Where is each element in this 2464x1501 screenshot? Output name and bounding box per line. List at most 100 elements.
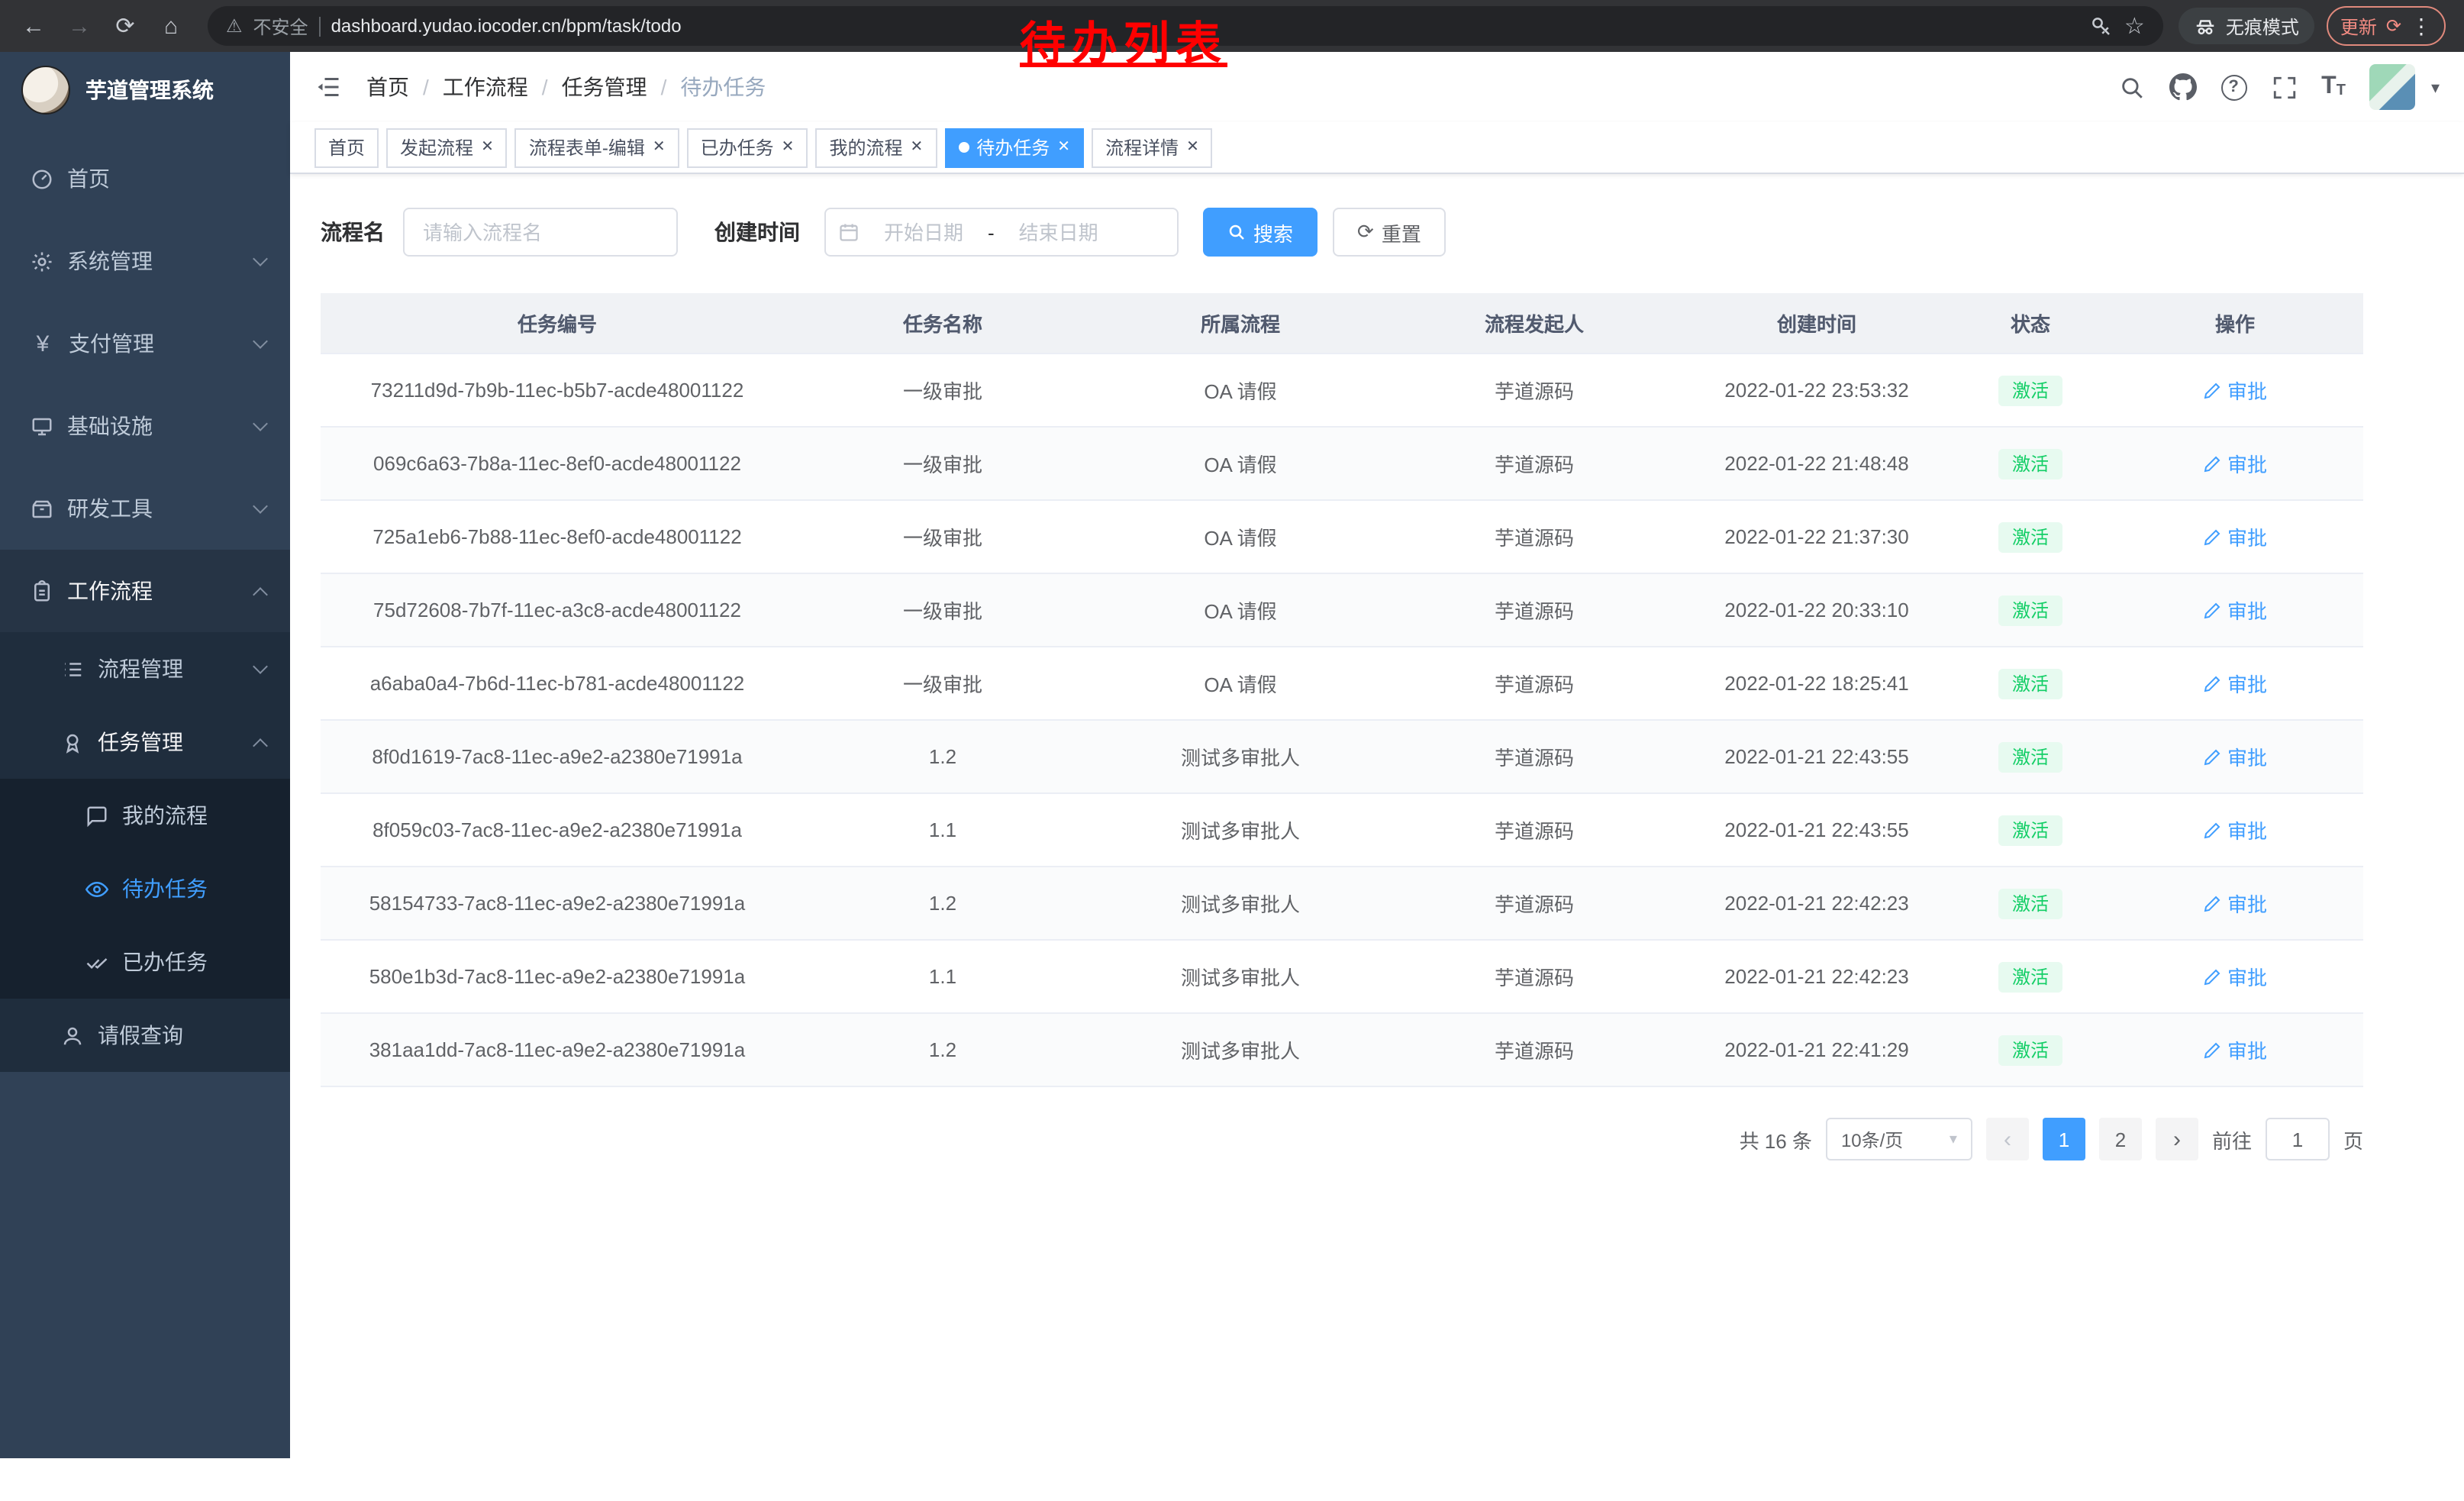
approve-link[interactable]: 审批 xyxy=(2203,742,2267,771)
edit-icon xyxy=(2203,894,2221,912)
address-divider xyxy=(319,16,321,36)
sidebar-item-home[interactable]: 首页 xyxy=(0,137,290,220)
avatar-caret-icon[interactable]: ▾ xyxy=(2431,77,2440,97)
sidebar-item-system[interactable]: 系统管理 xyxy=(0,220,290,302)
approve-link[interactable]: 审批 xyxy=(2203,449,2267,478)
approve-link[interactable]: 审批 xyxy=(2203,962,2267,991)
date-range-picker[interactable]: - xyxy=(824,208,1179,257)
reset-button[interactable]: ⟳ 重置 xyxy=(1333,208,1446,257)
created-cell: 2022-01-21 22:41:29 xyxy=(1679,1038,1954,1061)
chevron-down-icon: ▾ xyxy=(1950,1131,1957,1148)
tab-my-process[interactable]: 我的流程 ✕ xyxy=(815,128,937,167)
sidebar-item-label: 系统管理 xyxy=(67,246,153,276)
tab-close-icon[interactable]: ✕ xyxy=(910,140,923,155)
calendar-icon xyxy=(838,221,859,243)
tab-todo-task[interactable]: 待办任务 ✕ xyxy=(944,128,1084,167)
eye-icon xyxy=(85,877,108,900)
browser-forward-icon[interactable]: → xyxy=(58,5,101,47)
chevron-down-icon xyxy=(253,251,268,266)
tab-close-icon[interactable]: ✕ xyxy=(1057,140,1070,155)
breadcrumb-item[interactable]: 工作流程 xyxy=(443,72,528,102)
status-cell: 激活 xyxy=(1954,741,2107,772)
name-cell: 1.2 xyxy=(794,1038,1092,1061)
browser-home-icon[interactable]: ⌂ xyxy=(150,5,192,47)
action-cell: 审批 xyxy=(2107,669,2363,698)
sidebar-item-process-mgmt[interactable]: 流程管理 xyxy=(0,632,290,705)
table-row: 73211d9d-7b9b-11ec-b5b7-acde48001122一级审批… xyxy=(321,354,2363,428)
next-page-button[interactable]: › xyxy=(2156,1118,2198,1160)
tab-close-icon[interactable]: ✕ xyxy=(481,140,494,155)
browser-back-icon[interactable]: ← xyxy=(12,5,55,47)
sidebar-item-task-mgmt[interactable]: 任务管理 xyxy=(0,705,290,779)
chevron-down-icon xyxy=(253,334,268,349)
sidebar-item-workflow[interactable]: 工作流程 xyxy=(0,550,290,632)
start-date-input[interactable] xyxy=(866,221,982,244)
sidebar-item-done-task[interactable]: 已办任务 xyxy=(0,925,290,999)
tab-home[interactable]: 首页 xyxy=(314,128,379,167)
tab-close-icon[interactable]: ✕ xyxy=(653,140,666,155)
approve-link[interactable]: 审批 xyxy=(2203,522,2267,551)
approve-link-label: 审批 xyxy=(2227,522,2267,551)
prev-page-button[interactable]: ‹ xyxy=(1986,1118,2029,1160)
help-icon[interactable]: ? xyxy=(2221,74,2246,100)
page-button-2[interactable]: 2 xyxy=(2099,1118,2142,1160)
approve-link[interactable]: 审批 xyxy=(2203,376,2267,405)
app-brand[interactable]: 芋道管理系统 xyxy=(0,52,290,128)
table-header: 任务编号 任务名称 所属流程 流程发起人 创建时间 状态 操作 xyxy=(321,293,2363,354)
action-cell: 审批 xyxy=(2107,449,2363,478)
sidebar-item-infra[interactable]: 基础设施 xyxy=(0,385,290,467)
sidebar-collapse-icon[interactable] xyxy=(314,73,342,101)
end-date-input[interactable] xyxy=(1001,221,1117,244)
edit-icon xyxy=(2203,528,2221,546)
search-button[interactable]: 搜索 xyxy=(1203,208,1317,257)
browser-menu-icon[interactable]: ⋮ xyxy=(2411,13,2432,39)
font-size-icon[interactable]: TT xyxy=(2321,75,2346,99)
status-badge: 激活 xyxy=(1998,961,2062,992)
page-size-value: 10条/页 xyxy=(1841,1126,1903,1152)
col-header: 任务名称 xyxy=(794,308,1092,337)
sidebar-item-my-process[interactable]: 我的流程 xyxy=(0,779,290,852)
tab-close-icon[interactable]: ✕ xyxy=(782,140,795,155)
page-button-1[interactable]: 1 xyxy=(2043,1118,2085,1160)
avatar[interactable] xyxy=(2370,64,2416,110)
github-icon[interactable] xyxy=(2169,73,2196,101)
sidebar-item-todo-task[interactable]: 待办任务 xyxy=(0,852,290,925)
breadcrumb-separator: / xyxy=(661,75,667,99)
tab-form-edit[interactable]: 流程表单-编辑 ✕ xyxy=(515,128,679,167)
id-cell: 580e1b3d-7ac8-11ec-a9e2-a2380e71991a xyxy=(321,965,794,988)
tab-process-detail[interactable]: 流程详情 ✕ xyxy=(1092,128,1213,167)
action-cell: 审批 xyxy=(2107,742,2363,771)
search-icon[interactable] xyxy=(2118,74,2144,100)
browser-reload-icon[interactable]: ⟳ xyxy=(104,5,147,47)
sidebar-item-payment[interactable]: ¥ 支付管理 xyxy=(0,302,290,385)
approve-link[interactable]: 审批 xyxy=(2203,889,2267,918)
process-cell: OA 请假 xyxy=(1092,449,1389,478)
update-button[interactable]: 更新 ⟳ ⋮ xyxy=(2327,6,2446,46)
status-cell: 激活 xyxy=(1954,595,2107,625)
bookmark-star-icon[interactable]: ☆ xyxy=(2124,12,2145,40)
sidebar-item-leave-query[interactable]: 请假查询 xyxy=(0,999,290,1072)
breadcrumb-item[interactable]: 首页 xyxy=(366,72,409,102)
goto-page-input[interactable] xyxy=(2266,1118,2330,1160)
approve-link[interactable]: 审批 xyxy=(2203,815,2267,844)
sidebar-item-devtools[interactable]: 研发工具 xyxy=(0,467,290,550)
tab-done-task[interactable]: 已办任务 ✕ xyxy=(687,128,808,167)
tab-label: 流程表单-编辑 xyxy=(529,134,645,160)
initiator-cell: 芋道源码 xyxy=(1389,449,1679,478)
approve-link[interactable]: 审批 xyxy=(2203,1035,2267,1064)
incognito-badge: 无痕模式 xyxy=(2179,8,2314,44)
breadcrumb-item[interactable]: 任务管理 xyxy=(562,72,647,102)
approve-link[interactable]: 审批 xyxy=(2203,669,2267,698)
tab-start-process[interactable]: 发起流程 ✕ xyxy=(386,128,508,167)
password-key-icon[interactable] xyxy=(2091,15,2114,37)
process-name-input[interactable] xyxy=(403,208,678,257)
process-cell: OA 请假 xyxy=(1092,376,1389,405)
page-size-select[interactable]: 10条/页 ▾ xyxy=(1826,1118,1972,1160)
tab-close-icon[interactable]: ✕ xyxy=(1186,140,1199,155)
approve-link[interactable]: 审批 xyxy=(2203,596,2267,625)
id-cell: 381aa1dd-7ac8-11ec-a9e2-a2380e71991a xyxy=(321,1038,794,1061)
fullscreen-icon[interactable] xyxy=(2271,74,2297,100)
created-cell: 2022-01-22 20:33:10 xyxy=(1679,599,1954,621)
sidebar-column: 芋道管理系统 首页 系统管理 ¥ 支付管理 xyxy=(0,52,290,1501)
approve-link-label: 审批 xyxy=(2227,742,2267,771)
